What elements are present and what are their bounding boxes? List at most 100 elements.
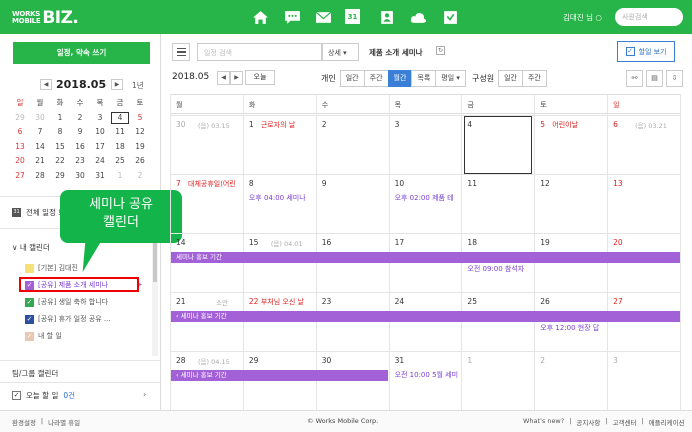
print-icon[interactable]: ▤ [646,70,663,87]
day-number[interactable]: 26 [540,297,550,306]
mini-day[interactable]: 9 [70,125,90,140]
event-bar-seminar-promo[interactable]: ‹ 세미나 홍보 기간 [171,311,680,322]
view-tab[interactable]: 월간 [387,70,413,87]
chat-icon[interactable] [283,9,301,25]
refresh-icon[interactable]: ↻ [436,46,445,55]
day-number[interactable]: 23 [322,297,332,306]
mini-day[interactable]: 1 [110,169,130,184]
day-number[interactable]: 1 [467,356,472,365]
mini-day[interactable]: 3 [90,111,110,126]
mini-day[interactable]: 22 [50,154,70,169]
mini-day[interactable]: 26 [130,154,150,169]
day-number[interactable]: 6 [613,120,618,129]
view-tab[interactable]: 평일 ▾ [435,70,466,87]
user-name[interactable]: 김대진 님 ○ [563,12,602,23]
footer-link[interactable]: 환경설정 [12,417,36,427]
mini-day[interactable]: 15 [50,140,70,155]
my-calendars-header[interactable]: ∨ 내 캘린더 [12,242,50,253]
day-number[interactable]: 1 [249,120,254,129]
mini-day[interactable]: 27 [10,169,30,184]
next-month-button[interactable]: ▶ [230,71,243,85]
mini-day[interactable]: 6 [10,125,30,140]
prev-month-button[interactable]: ◀ [217,71,230,85]
day-number[interactable]: 14 [176,238,186,247]
day-number[interactable]: 10 [395,179,405,188]
mini-day[interactable]: 29 [10,111,30,126]
contacts-icon[interactable] [377,9,395,25]
mini-day[interactable]: 24 [90,154,110,169]
mini-day[interactable]: 13 [10,140,30,155]
calendar-checkbox[interactable]: ✓ [25,314,34,324]
works-mobile-logo[interactable]: WORKS MOBILE BIZ. [12,8,79,28]
day-number[interactable]: 5 [540,120,545,129]
calendar-item[interactable]: [기본] 김대진 [25,262,78,274]
new-event-button[interactable]: 일정, 약속 쓰기 [13,42,150,64]
day-number[interactable]: 3 [613,356,618,365]
selected-day-cell[interactable] [464,116,532,174]
mini-day[interactable]: 29 [50,169,70,184]
chevron-right-icon[interactable]: › [143,390,146,399]
today-button[interactable]: 오늘 [245,70,275,85]
day-number[interactable]: 2 [322,120,327,129]
event-bar-seminar-promo[interactable]: ‹ 세미나 홍보 기간 [171,370,388,381]
mini-next-button[interactable]: ▶ [111,79,123,90]
day-number[interactable]: 18 [467,238,477,247]
day-number[interactable]: 11 [467,179,477,188]
view-tab[interactable]: 일간 [339,70,365,87]
mini-day[interactable]: 18 [110,140,130,155]
day-number[interactable]: 7 [176,179,181,188]
event-item[interactable]: 오전 09:00 참석자 [467,264,524,274]
footer-link[interactable]: 공지사항 [576,417,600,427]
day-number[interactable]: 3 [395,120,400,129]
mini-day[interactable]: 2 [130,169,150,184]
mini-day[interactable]: 4 [110,111,130,126]
calendar-item[interactable]: ✓ [공유] 생일 축하 합니다 [25,296,108,308]
detail-search-button[interactable]: 상세 ▾ [322,43,359,61]
drive-icon[interactable] [409,9,427,25]
calendar-options-icon[interactable]: ▸ [139,281,142,288]
member-view-tab[interactable]: 주간 [521,70,547,87]
calendar-checkbox[interactable]: ✓ [25,297,34,307]
footer-link[interactable]: 고객센터 [613,417,637,427]
mini-day[interactable]: 1 [50,111,70,126]
mini-day[interactable]: 14 [30,140,50,155]
view-tab[interactable]: 주간 [363,70,389,87]
year-view-link[interactable]: 1년 [132,80,144,91]
mini-day[interactable]: 11 [110,125,130,140]
day-number[interactable]: 15 [249,238,259,247]
event-item[interactable]: 오후 04:00 세미나 [249,193,306,203]
day-number[interactable]: 19 [540,238,550,247]
event-item[interactable]: 오후 02:00 제품 테 [395,193,454,203]
sidebar-scroll-thumb[interactable] [153,242,157,282]
mini-day[interactable]: 30 [70,169,90,184]
mini-day[interactable]: 20 [10,154,30,169]
calendar-checkbox[interactable] [25,263,34,273]
day-number[interactable]: 9 [322,179,327,188]
calendar-item[interactable]: ✓ [공유] 휴가 일정 공유 ... [25,313,111,325]
day-number[interactable]: 30 [322,356,332,365]
mini-day[interactable]: 17 [90,140,110,155]
mini-day[interactable]: 2 [70,111,90,126]
mini-day[interactable]: 28 [30,169,50,184]
todo-view-button[interactable]: ✓ 할일 보기 [617,41,675,62]
calendar-item[interactable]: ✓ 내 할 일 [25,330,62,342]
mini-day[interactable]: 5 [130,111,150,126]
day-number[interactable]: 12 [540,179,550,188]
menu-button[interactable] [172,43,190,61]
mini-day[interactable]: 21 [30,154,50,169]
day-number[interactable]: 21 [176,297,186,306]
view-tab[interactable]: 목록 [411,70,437,87]
board-icon[interactable] [441,9,459,25]
footer-link[interactable]: What's new? [523,417,564,427]
calendar-icon[interactable]: 31 [345,9,360,24]
day-number[interactable]: 20 [613,238,623,247]
day-number[interactable]: 16 [322,238,332,247]
home-icon[interactable] [251,9,269,25]
mini-day[interactable]: 19 [130,140,150,155]
employee-search-input[interactable]: 사원검색 [615,8,683,26]
event-item[interactable]: 오후 12:00 현장 답 [540,323,599,333]
member-view-tab[interactable]: 일간 [498,70,523,87]
mini-day[interactable]: 30 [30,111,50,126]
mini-day[interactable]: 31 [90,169,110,184]
day-number[interactable]: 29 [249,356,259,365]
